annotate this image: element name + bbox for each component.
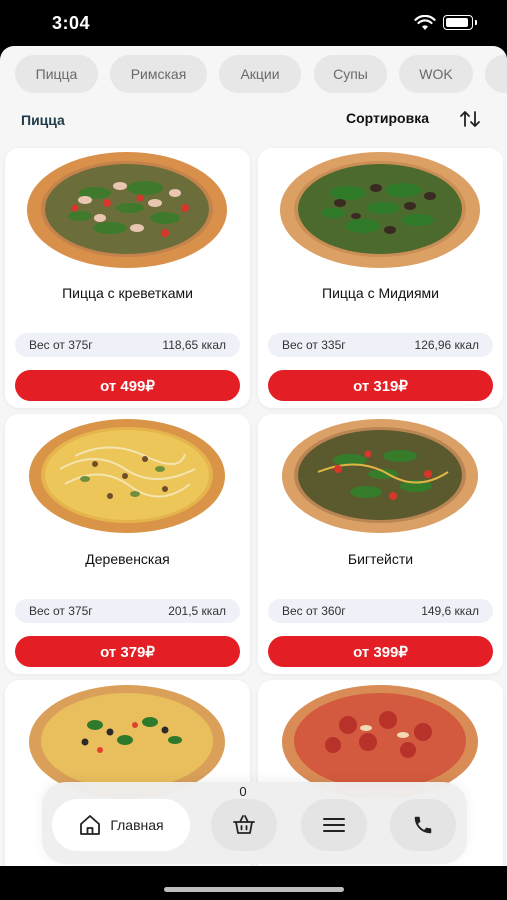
status-time: 3:04 [52, 13, 91, 33]
price-button[interactable]: от 499₽ [15, 370, 240, 401]
nav-home-button[interactable]: Главная [52, 799, 190, 851]
product-kcal: 149,6 ккал [421, 604, 479, 618]
home-icon [80, 815, 101, 835]
product-info: Вес от 375г 201,5 ккал [15, 599, 240, 623]
pizza-image [282, 419, 478, 533]
basket-icon [233, 815, 255, 834]
nav-menu-button[interactable] [301, 799, 367, 851]
product-info: Вес от 375г 118,65 ккал [15, 333, 240, 357]
category-chip-more[interactable] [485, 55, 507, 93]
nav-phone-button[interactable] [390, 799, 456, 851]
product-kcal: 201,5 ккал [168, 604, 226, 618]
product-kcal: 126,96 ккал [414, 338, 479, 352]
phone-icon [414, 816, 432, 834]
battery-tip [475, 20, 477, 25]
product-card[interactable]: Деревенская Вес от 375г 201,5 ккал от 37… [5, 414, 250, 674]
price-button[interactable]: от 399₽ [268, 636, 493, 667]
menu-icon [323, 818, 345, 832]
product-card[interactable]: Пицца с креветками Вес от 375г 118,65 кк… [5, 148, 250, 408]
battery-icon [443, 15, 473, 30]
product-info: Вес от 360г 149,6 ккал [268, 599, 493, 623]
product-card[interactable]: Бигтейсти Вес от 360г 149,6 ккал от 399₽ [258, 414, 503, 674]
product-weight: Вес от 360г [282, 604, 346, 618]
product-info: Вес от 335г 126,96 ккал [268, 333, 493, 357]
app-screen: Пицца Римская Акции Супы WOK Пицца Сорти… [0, 46, 507, 866]
category-chip-soups[interactable]: Супы [314, 55, 387, 93]
nav-home-label: Главная [110, 817, 164, 833]
pizza-image [280, 152, 480, 268]
pizza-image [27, 152, 227, 268]
category-tabs: Пицца Римская Акции Супы WOK [0, 55, 507, 95]
sort-arrows-icon[interactable] [459, 109, 481, 129]
product-kcal: 118,65 ккал [162, 338, 226, 352]
product-card[interactable]: Пицца с Мидиями Вес от 335г 126,96 ккал … [258, 148, 503, 408]
price-button[interactable]: от 379₽ [15, 636, 240, 667]
category-chip-roman[interactable]: Римская [110, 55, 207, 93]
product-weight: Вес от 375г [29, 604, 93, 618]
bottom-navigation: Главная 0 [42, 782, 467, 864]
sort-button[interactable]: Сортировка [346, 110, 429, 126]
status-bar: 3:04 [0, 0, 507, 46]
product-name: Бигтейсти [347, 551, 414, 567]
nav-cart-button[interactable] [211, 799, 277, 851]
category-chip-promo[interactable]: Акции [219, 55, 301, 93]
wifi-icon [414, 15, 436, 30]
pizza-image [29, 419, 225, 533]
category-chip-pizza[interactable]: Пицца [15, 55, 98, 93]
price-button[interactable]: от 319₽ [268, 370, 493, 401]
home-indicator[interactable] [164, 887, 344, 892]
product-name: Пицца с креветками [62, 285, 193, 301]
section-title: Пицца [21, 112, 65, 128]
product-weight: Вес от 335г [282, 338, 346, 352]
category-chip-wok[interactable]: WOK [399, 55, 473, 93]
product-name: Деревенская [85, 551, 170, 567]
product-weight: Вес от 375г [29, 338, 93, 352]
home-indicator-area [0, 866, 507, 900]
product-name: Пицца с Мидиями [322, 285, 439, 301]
